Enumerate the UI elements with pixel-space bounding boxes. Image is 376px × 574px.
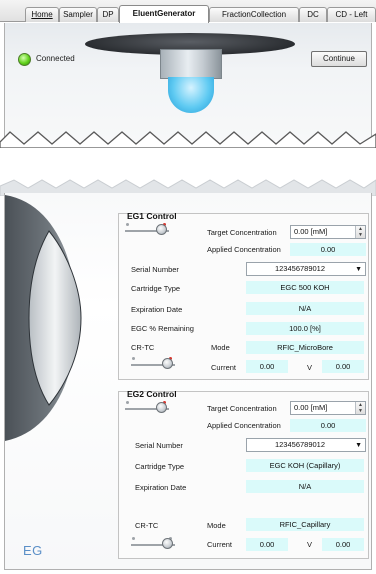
- eg1-crtc-slider[interactable]: [131, 357, 175, 371]
- eg1-serial-number-label: Serial Number: [131, 265, 179, 274]
- chevron-down-icon: ▼: [355, 266, 362, 273]
- tab-eluent-generator[interactable]: EluentGenerator: [119, 5, 209, 23]
- tab-cd-left[interactable]: CD - Left: [327, 7, 376, 22]
- eg1-title: EG1 Control: [127, 211, 177, 221]
- eg1-mode-value: RFIC_MicroBore: [246, 341, 364, 354]
- eg1-serial-number-select[interactable]: 123456789012 ▼: [246, 262, 366, 276]
- tab-strip: Home Sampler DP EluentGenerator Fraction…: [0, 0, 376, 23]
- eg2-expiration-date-label: Expiration Date: [135, 483, 187, 492]
- slider-off-mark: [132, 357, 135, 360]
- tab-sampler[interactable]: Sampler: [59, 7, 97, 22]
- slider-knob[interactable]: [162, 538, 173, 549]
- eg2-cartridge-type-value: EGC KOH (Capillary): [246, 459, 364, 472]
- eg1-remaining-label: EGC % Remaining: [131, 324, 194, 333]
- eg1-current-label: Current: [211, 363, 237, 372]
- slider-off-mark: [132, 537, 135, 540]
- eg2-cartridge-type-label: Cartridge Type: [135, 462, 185, 471]
- eg2-serial-number-value: 123456789012: [274, 440, 326, 449]
- eg1-serial-number-value: 123456789012: [274, 264, 326, 273]
- torn-edge-top-divider: [0, 131, 376, 148]
- eg2-current-label: Current: [207, 540, 233, 549]
- cartridge-cylinder-graphic: [5, 195, 82, 441]
- eg1-applied-concentration-value: 0.00: [290, 243, 366, 256]
- tab-home-label: Home: [31, 10, 53, 19]
- eg2-crtc-slider[interactable]: [131, 537, 175, 551]
- eg1-cartridge-type-value: EGC 500 KOH: [246, 281, 364, 294]
- eg2-current-value: 0.00: [246, 538, 288, 551]
- slider-off-mark: [126, 401, 129, 404]
- eg2-voltage-unit-label: V: [307, 540, 313, 549]
- eg1-target-concentration-value: 0.00 [mM]: [294, 227, 328, 236]
- tab-dc-label: DC: [307, 10, 319, 19]
- tab-fraction-collection[interactable]: FractionCollection: [209, 7, 299, 22]
- eg2-target-concentration-input[interactable]: 0.00 [mM] ▲ ▼: [290, 401, 366, 415]
- eluent-generator-panel: EG EG1 Control Target Concentration 0.00…: [4, 193, 372, 570]
- tab-fraction-collection-label: FractionCollection: [221, 10, 287, 19]
- eluent-drop-graphic: [168, 77, 214, 113]
- eg1-control-group: EG1 Control Target Concentration 0.00 [m…: [118, 211, 369, 380]
- eg2-crtc-label: CR-TC: [135, 521, 159, 530]
- slider-knob[interactable]: [162, 358, 173, 369]
- slider-knob[interactable]: [156, 402, 167, 413]
- eg2-target-concentration-label: Target Concentration: [207, 404, 277, 413]
- eg2-applied-concentration-value: 0.00: [290, 419, 366, 432]
- tab-dc[interactable]: DC: [299, 7, 327, 22]
- eg1-target-concentration-input[interactable]: 0.00 [mM] ▲ ▼: [290, 225, 366, 239]
- nozzle-graphic: [160, 49, 222, 79]
- eg1-mode-label: Mode: [211, 343, 230, 352]
- eg1-remaining-value: 100.0 [%]: [246, 322, 364, 335]
- eg1-expiration-date-label: Expiration Date: [131, 305, 183, 314]
- eg2-title: EG2 Control: [127, 389, 177, 399]
- eg2-mode-value: RFIC_Capillary: [246, 518, 364, 531]
- slider-knob[interactable]: [156, 224, 167, 235]
- eg2-mode-label: Mode: [207, 521, 226, 530]
- eg1-expiration-date-value: N/A: [246, 302, 364, 315]
- eg1-target-concentration-label: Target Concentration: [207, 228, 277, 237]
- tab-dp[interactable]: DP: [97, 7, 119, 22]
- eg1-crtc-label: CR-TC: [131, 343, 155, 352]
- chevron-down-icon: ▼: [355, 442, 362, 449]
- tab-dp-label: DP: [102, 10, 114, 19]
- continue-button[interactable]: Continue: [311, 51, 367, 67]
- eg2-control-group: EG2 Control Target Concentration 0.00 [m…: [118, 389, 369, 559]
- eg2-serial-number-label: Serial Number: [135, 441, 183, 450]
- connection-status-label: Connected: [36, 54, 75, 63]
- eg1-target-concentration-spinner[interactable]: ▲ ▼: [355, 226, 365, 238]
- tab-eluent-generator-label: EluentGenerator: [132, 9, 196, 18]
- tab-cd-left-label: CD - Left: [335, 10, 368, 19]
- eg2-enable-slider[interactable]: [125, 401, 169, 415]
- eg2-expiration-date-value: N/A: [246, 480, 364, 493]
- eg1-cartridge-type-label: Cartridge Type: [131, 284, 181, 293]
- eg2-serial-number-select[interactable]: 123456789012 ▼: [246, 438, 366, 452]
- eg2-target-concentration-spinner[interactable]: ▲ ▼: [355, 402, 365, 414]
- device-status-panel: Connected Continue: [4, 23, 372, 141]
- eg2-applied-concentration-label: Applied Concentration: [207, 421, 281, 430]
- slider-off-mark: [126, 223, 129, 226]
- eg2-voltage-value: 0.00: [322, 538, 364, 551]
- eg2-target-concentration-value: 0.00 [mM]: [294, 403, 328, 412]
- eg-panel-label: EG: [23, 543, 43, 558]
- eg1-enable-slider[interactable]: [125, 223, 169, 237]
- eg1-voltage-unit-label: V: [307, 363, 313, 372]
- tab-sampler-label: Sampler: [63, 10, 93, 19]
- tab-home[interactable]: Home: [25, 7, 59, 22]
- eg1-applied-concentration-label: Applied Concentration: [207, 245, 281, 254]
- eg1-voltage-value: 0.00: [322, 360, 364, 373]
- eg1-current-value: 0.00: [246, 360, 288, 373]
- connection-status-led-icon: [18, 53, 31, 66]
